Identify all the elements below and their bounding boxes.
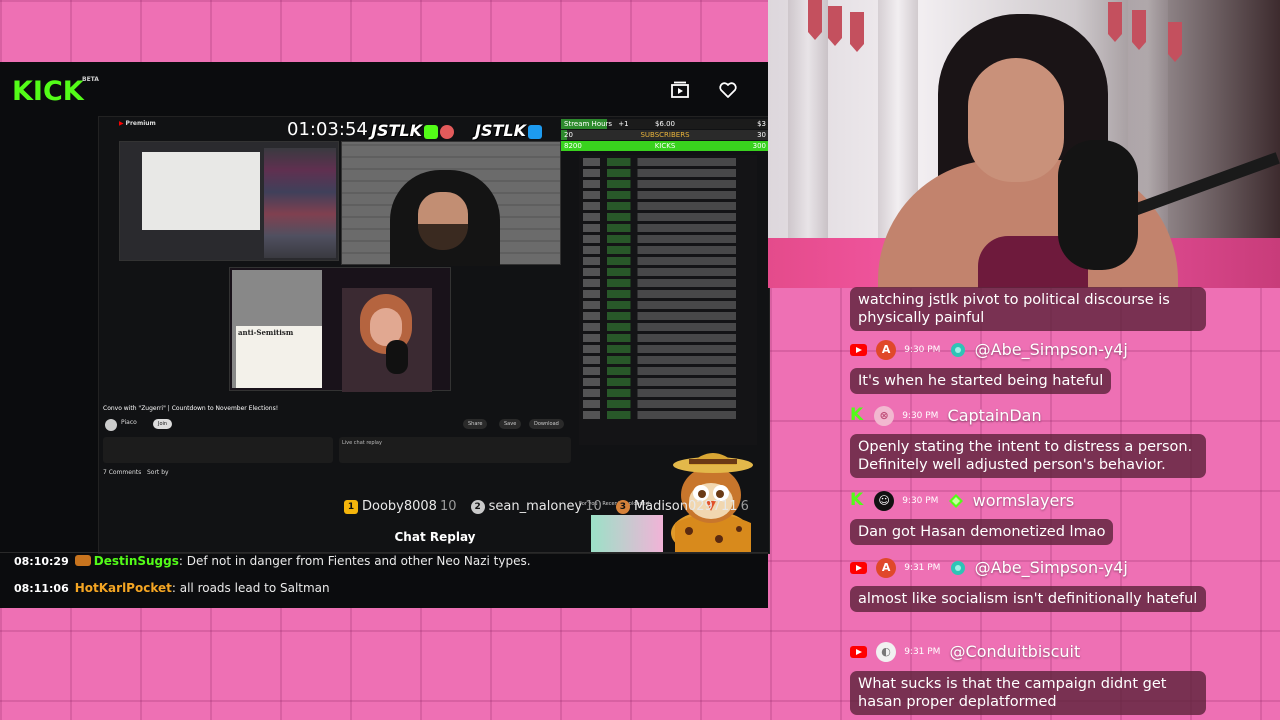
chat-username[interactable]: @Conduitbiscuit xyxy=(950,642,1081,661)
chat-username[interactable]: wormslayers xyxy=(973,491,1075,510)
subscriber-badge-icon xyxy=(74,555,91,566)
chat-message-text: What sucks is that the campaign didnt ge… xyxy=(850,671,1206,715)
sort-by-button[interactable]: Sort by xyxy=(147,469,169,476)
guest-webcam xyxy=(341,141,561,266)
message-time: 08:10:29 xyxy=(14,555,69,568)
message-text: : Def not in danger from Fientes and oth… xyxy=(178,554,531,568)
message-text: : all roads lead to Saltman xyxy=(171,581,330,595)
video-description[interactable] xyxy=(103,437,333,463)
channel-row: Piaco Join Share Save Download xyxy=(103,417,564,437)
message-time: 08:11:06 xyxy=(14,582,69,595)
kick-icon: K xyxy=(850,490,864,510)
gem-badge-icon xyxy=(948,493,963,508)
channel-name[interactable]: Piaco xyxy=(121,419,137,426)
kick-beta-badge: BETA xyxy=(82,76,99,83)
youtube-icon xyxy=(850,343,867,356)
kick-player-panel: KICK BETA ▶ Premium 01:03:54 JSTLK JSTLK… xyxy=(0,62,770,608)
chat-message-text: Openly stating the intent to distress a … xyxy=(850,434,1206,478)
avatar: ◐ xyxy=(876,641,897,662)
comments-count: 7 Comments Sort by xyxy=(103,469,169,476)
twitter-icon xyxy=(527,124,542,139)
chat-replay-title: Chat Replay xyxy=(394,530,476,544)
kicks-goal: 8200 KICKS 300 xyxy=(561,141,769,151)
theatre-mode-icon[interactable] xyxy=(670,80,690,100)
chat-username[interactable]: @Abe_Simpson-y4j xyxy=(975,558,1128,577)
leaderboard-name[interactable]: Madison029711 xyxy=(634,499,738,514)
gift-leaderboard: 1 Dooby8008 10 2 sean_maloney 10 3 Madison029… xyxy=(344,499,759,514)
chat-message-text: watching jstlk pivot to political discou… xyxy=(850,287,1206,331)
chat-message-header: A 9:31 PM @Abe_Simpson-y4j xyxy=(850,557,1128,579)
chat-divider xyxy=(0,552,768,553)
pip-guest-feed: anti-Semitism xyxy=(232,270,322,388)
avatar: ☺ xyxy=(874,490,895,511)
globe-badge-icon xyxy=(950,560,965,575)
youtube-icon xyxy=(850,561,867,574)
youtube-icon xyxy=(850,645,867,658)
share-button[interactable]: Share xyxy=(463,419,488,429)
record-icon xyxy=(439,124,454,139)
message-time: 9:30 PM xyxy=(904,344,941,355)
message-time: 9:31 PM xyxy=(904,646,941,657)
message-username[interactable]: DestinSuggs xyxy=(94,554,179,568)
chat-message-header: K ☺ 9:30 PM wormslayers xyxy=(850,490,1074,512)
leaderboard-name[interactable]: Dooby8008 xyxy=(362,499,437,514)
leaderboard-score: 10 xyxy=(439,499,457,514)
channel-avatar[interactable] xyxy=(105,419,117,431)
rank-badge: 3 xyxy=(615,500,630,514)
video-player[interactable]: ▶ Premium 01:03:54 JSTLK JSTLK Stream Ho… xyxy=(98,116,770,554)
youtube-video-title: Convo with "Zugerri" | Countdown to Nove… xyxy=(103,405,279,412)
chat-replay-message: 08:11:06 HotKarlPocket: all roads lead to… xyxy=(14,581,330,595)
picture-in-picture: anti-Semitism xyxy=(229,267,451,392)
leaderboard-item: 2 sean_maloney 10 xyxy=(470,499,602,514)
chat-message-header: ◐ 9:31 PM @Conduitbiscuit xyxy=(850,641,1080,663)
stream-timer: 01:03:54 xyxy=(287,119,368,140)
avatar: A xyxy=(876,339,897,360)
pip-document: anti-Semitism xyxy=(236,326,322,388)
embedded-live-chat xyxy=(579,155,757,445)
shared-screen-browser xyxy=(119,141,339,261)
live-chat-replay-box[interactable]: Live chat replay xyxy=(339,437,571,463)
chat-username[interactable]: @Abe_Simpson-y4j xyxy=(975,340,1128,359)
message-username[interactable]: HotKarlPocket xyxy=(75,581,172,595)
chat-message-text: Dan got Hasan demonetized lmao xyxy=(850,519,1114,545)
youtube-premium-logo: ▶ Premium xyxy=(119,120,156,127)
chat-message-header: K ⊗ 9:30 PM CaptainDan xyxy=(850,405,1042,427)
download-button[interactable]: Download xyxy=(529,419,564,429)
save-button[interactable]: Save xyxy=(499,419,522,429)
message-time: 9:30 PM xyxy=(902,495,939,506)
rank-badge: 1 xyxy=(344,500,358,514)
stream-hours-goal: Stream Hours +1 $6.00 $3 xyxy=(561,119,769,129)
message-time: 9:31 PM xyxy=(904,562,941,573)
leaderboard-score: 10 xyxy=(585,499,602,514)
leaderboard-name[interactable]: sean_maloney xyxy=(489,499,583,514)
avatar: ⊗ xyxy=(874,405,895,426)
chat-replay-message: 08:10:29 DestinSuggs: Def not in danger f… xyxy=(14,554,531,568)
leaderboard-item: 3 Madison029711 6 xyxy=(615,499,749,514)
globe-badge-icon xyxy=(950,342,965,357)
leaderboard-item: 1 Dooby8008 10 xyxy=(344,499,457,514)
leaderboard-score: 6 xyxy=(740,499,749,514)
chat-message-text: It's when he started being hateful xyxy=(850,368,1112,394)
document-preview xyxy=(142,152,260,230)
chat-username[interactable]: CaptainDan xyxy=(948,406,1042,425)
streamer-face xyxy=(968,58,1064,182)
streamer-webcam xyxy=(768,0,1280,288)
join-button[interactable]: Join xyxy=(153,419,173,429)
jstlk-kick-tag: JSTLK xyxy=(371,121,454,140)
heart-icon[interactable] xyxy=(718,80,738,100)
pip-host-feed xyxy=(342,288,432,392)
jstlk-twitter-tag: JSTLK xyxy=(475,121,542,140)
subscribers-goal: 20 SUBSCRIBERS 30 xyxy=(561,130,769,140)
chat-message-header: A 9:30 PM @Abe_Simpson-y4j xyxy=(850,339,1128,361)
video-thumbnails xyxy=(264,148,336,258)
microphone-icon xyxy=(1058,140,1138,270)
kick-icon: K xyxy=(850,405,864,425)
kick-logo[interactable]: KICK xyxy=(12,76,84,107)
message-time: 9:30 PM xyxy=(902,410,939,421)
rank-badge: 2 xyxy=(470,500,485,514)
avatar: A xyxy=(876,557,897,578)
kick-icon xyxy=(423,124,438,139)
chat-message-text: almost like socialism isn't definitional… xyxy=(850,586,1206,612)
